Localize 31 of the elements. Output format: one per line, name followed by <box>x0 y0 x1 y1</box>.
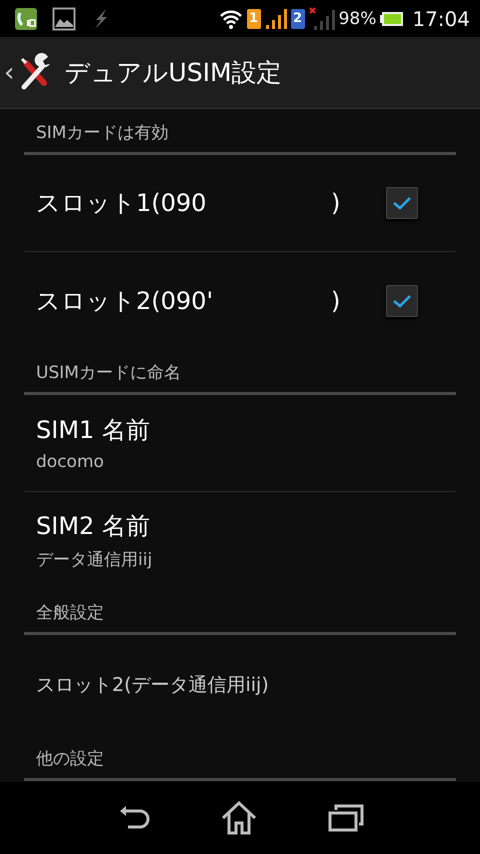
sim-name-title[interactable]: SIM2 名前 <box>36 510 444 542</box>
sim-name-value: データ通信用iij <box>36 549 154 571</box>
recent-apps-icon[interactable] <box>328 804 364 832</box>
slot-label[interactable]: スロット1(090 <box>36 187 331 219</box>
wifi-icon <box>218 8 243 30</box>
checkbox[interactable] <box>386 284 418 316</box>
sim-name-value: docomo <box>36 452 105 472</box>
sim-name-title[interactable]: SIM1 名前 <box>36 414 444 446</box>
section-title: 他の設定 <box>36 748 104 770</box>
back-button[interactable]: ‹ <box>4 58 14 88</box>
sim-badge: 1 <box>246 8 261 28</box>
slot-label-end: ) <box>331 286 342 314</box>
section-title: USIMカードに命名 <box>36 362 181 384</box>
clock: 17:04 <box>412 6 470 30</box>
slot-label[interactable]: スロット2(090' <box>36 284 331 316</box>
image-icon <box>52 6 76 30</box>
setting-item[interactable]: スロット2(データ通信用iij) <box>36 672 269 698</box>
no-signal-icon <box>308 6 335 30</box>
checkbox[interactable] <box>386 187 418 219</box>
signal-icon <box>264 8 287 30</box>
battery-percent: 98% <box>338 8 376 28</box>
sim-badge: 2 <box>290 8 305 28</box>
section-title: SIMカードは有効 <box>36 122 168 144</box>
screen-title: デュアルUSIM設定 <box>64 57 282 89</box>
phone-app-icon <box>14 6 38 30</box>
check-icon <box>392 196 412 210</box>
home-icon[interactable] <box>220 801 257 835</box>
check-icon <box>392 294 412 308</box>
section-title: 全般設定 <box>36 602 104 624</box>
battery-icon <box>380 10 404 26</box>
slot-label-end: ) <box>331 189 342 217</box>
